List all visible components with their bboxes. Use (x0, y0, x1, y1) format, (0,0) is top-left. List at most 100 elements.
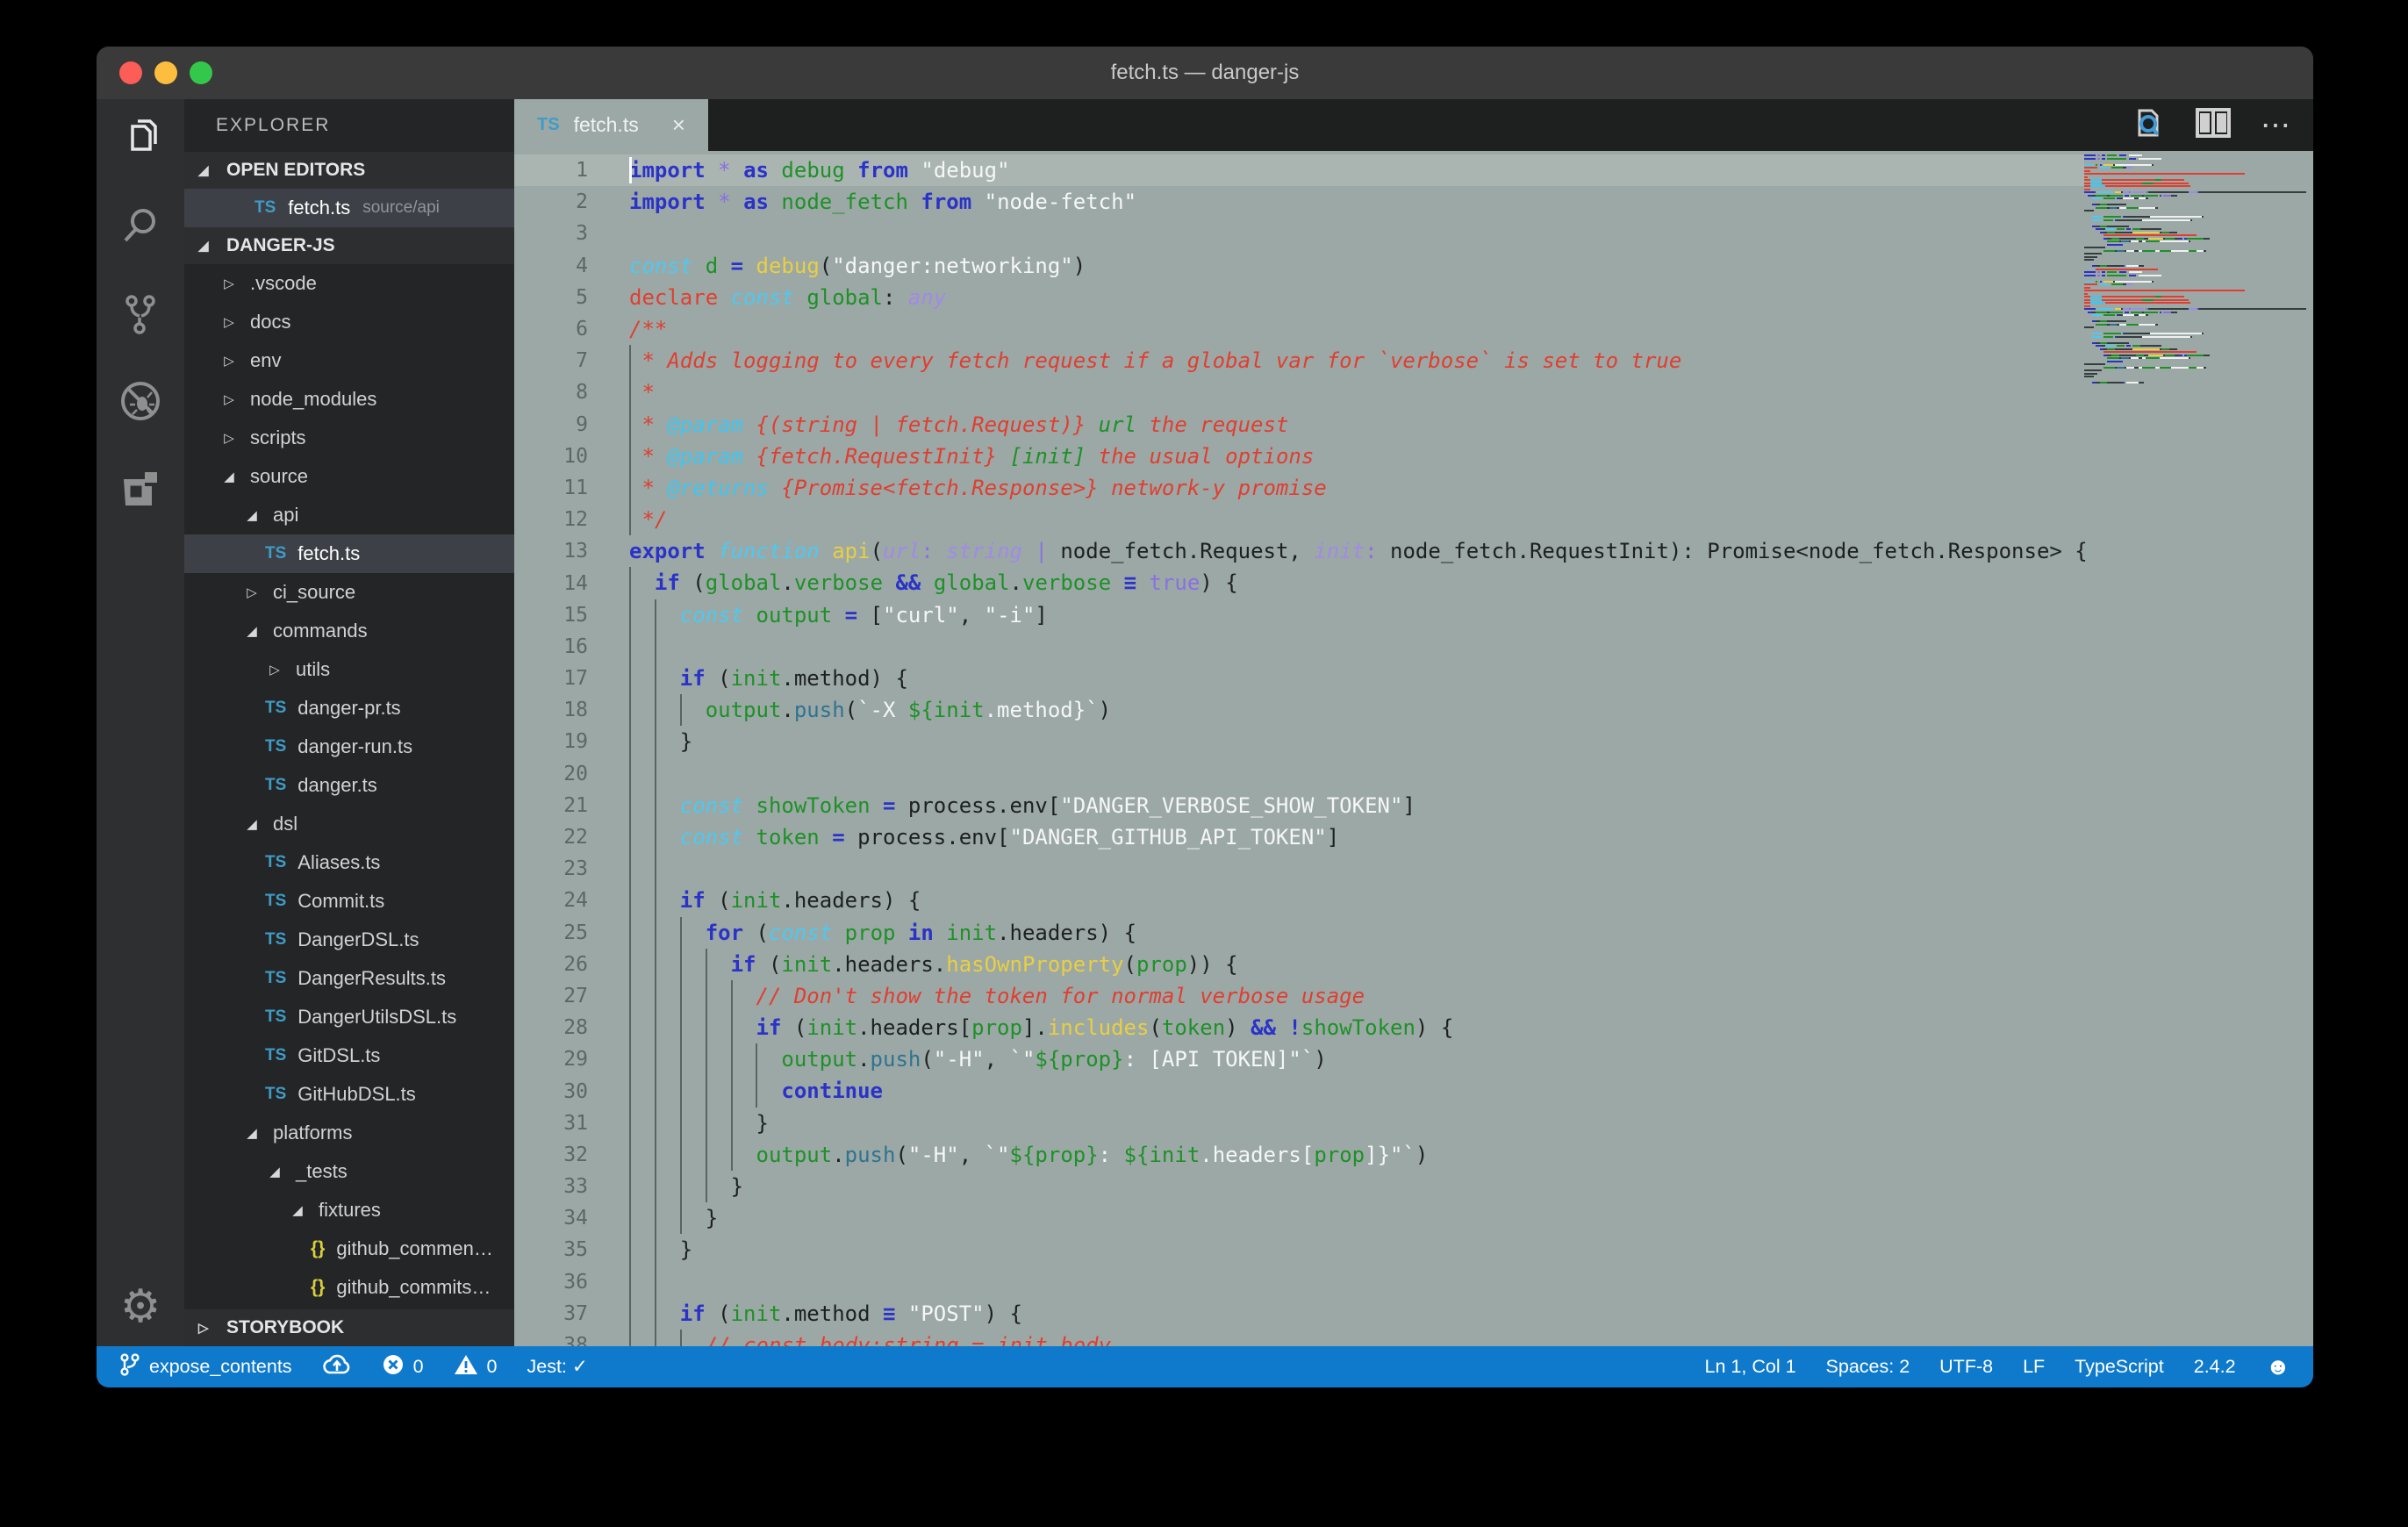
status-spaces-2[interactable]: Spaces: 2 (1826, 1356, 1910, 1378)
tree-item-aliases-ts[interactable]: TSAliases.ts (184, 843, 514, 882)
code-line-3: 3 (514, 218, 2084, 249)
status-bar: expose_contents 0 0 Jest: ✓ Ln 1, Col 1 Spac… (97, 1346, 2313, 1387)
open-editor-item-fetch-ts[interactable]: TS fetch.ts source/api (184, 189, 514, 227)
line-number: 18 (514, 699, 588, 721)
status-typescript[interactable]: TypeScript (2075, 1356, 2164, 1378)
code-text: /** (629, 313, 667, 345)
gear-icon[interactable]: ⚙ (97, 1280, 184, 1333)
tree-item-label: api (273, 504, 298, 527)
code-line-4: 4const d = debug("danger:networking") (514, 250, 2084, 282)
status-lf[interactable]: LF (2023, 1356, 2045, 1378)
code-line-35: 35 } (514, 1234, 2084, 1265)
status-cloud-upload[interactable] (322, 1353, 352, 1381)
tree-item-danger-run-ts[interactable]: TSdanger-run.ts (184, 728, 514, 766)
status-jest[interactable]: Jest: ✓ (527, 1356, 588, 1378)
minimize-window-button[interactable] (154, 61, 177, 84)
tree-item-fixtures[interactable]: ◢fixtures (184, 1191, 514, 1229)
tree-item-danger-ts[interactable]: TSdanger.ts (184, 766, 514, 805)
tab-fetch-ts[interactable]: TS fetch.ts × (514, 99, 708, 151)
storybook-section-header[interactable]: ▷ STORYBOOK (184, 1309, 514, 1346)
code-text: } (629, 1171, 743, 1202)
tree-item-label: fetch.ts (297, 542, 360, 565)
status-warning[interactable]: 0 (454, 1353, 498, 1381)
file-tree: ▷.vscode▷docs ▷ env ▷node_modules▷scripts◢s… (184, 264, 514, 1307)
feedback-smiley-icon[interactable]: ☻ (2266, 1355, 2290, 1379)
line-number: 3 (514, 222, 588, 245)
tree-item--vscode[interactable]: ▷.vscode (184, 264, 514, 303)
status-ln-1-col-1[interactable]: Ln 1, Col 1 (1705, 1356, 1796, 1378)
open-preview-icon[interactable] (2131, 105, 2166, 145)
tree-item-docs[interactable]: ▷docs (184, 303, 514, 341)
more-actions-icon[interactable]: ⋯ (2261, 111, 2292, 140)
tree-item-label: utils (296, 658, 330, 681)
tree-item-utils[interactable]: ▷ utils (184, 650, 514, 689)
tree-item-label: _tests (296, 1160, 348, 1183)
tree-item-node-modules[interactable]: ▷node_modules (184, 380, 514, 419)
tree-item-label: danger-pr.ts (297, 697, 400, 720)
line-number: 17 (514, 667, 588, 690)
code-line-29: 29 output.push("-H", `"${prop}: [API TOK… (514, 1043, 2084, 1075)
tree-item-danger-pr-ts[interactable]: TSdanger-pr.ts (184, 689, 514, 728)
code-text: // Don't show the token for normal verbo… (629, 980, 1365, 1012)
extensions-icon[interactable] (97, 457, 184, 520)
tree-item--tests[interactable]: ◢_tests (184, 1152, 514, 1191)
tab-bar: TS fetch.ts × ⋯ (514, 99, 2313, 151)
files-icon[interactable] (97, 106, 184, 169)
tree-item-dsl[interactable]: ◢dsl (184, 805, 514, 843)
ts-file-icon: TS (265, 1085, 286, 1104)
tree-item-env[interactable]: ▷ env (184, 341, 514, 380)
status-2-4-2[interactable]: 2.4.2 (2194, 1356, 2236, 1378)
tree-item-dangerresults-ts[interactable]: TSDangerResults.ts (184, 959, 514, 998)
activity-bar: ⚙ (97, 99, 184, 1346)
ts-file-icon: TS (265, 1046, 286, 1065)
chevron-collapsed-icon: ▷ (265, 662, 284, 677)
tree-item-githubdsl-ts[interactable]: TSGitHubDSL.ts (184, 1075, 514, 1114)
tree-item-ci-source[interactable]: ▷ci_source (184, 573, 514, 612)
ts-file-icon: TS (265, 776, 286, 795)
code-line-6: 6 /** (514, 313, 2084, 345)
status-branch[interactable]: expose_contents (119, 1353, 292, 1381)
tree-item-github-commen-[interactable]: {}github_commen… (184, 1229, 514, 1268)
code-line-9: 9 * @param {(string | fetch.Request)} ur… (514, 409, 2084, 441)
status-label: 0 (487, 1356, 498, 1378)
code-line-2: 2import * as node_fetch from "node-fetch… (514, 186, 2084, 218)
code-line-27: 27 // Don't show the token for normal ve… (514, 980, 2084, 1012)
code-line-14: 14 if (global.verbose && global.verbose … (514, 567, 2084, 599)
zoom-window-button[interactable] (190, 61, 212, 84)
code-text: } (629, 1202, 718, 1234)
title-bar[interactable]: fetch.ts — danger-js (97, 47, 2313, 99)
tree-item-gitdsl-ts[interactable]: TSGitDSL.ts (184, 1036, 514, 1075)
tree-item-github-commits-[interactable]: {}github_commits… (184, 1268, 514, 1307)
tree-item-dangerutilsdsl-ts[interactable]: TSDangerUtilsDSL.ts (184, 998, 514, 1036)
tree-item-label: env (250, 349, 281, 372)
search-icon[interactable] (97, 194, 184, 257)
minimap[interactable] (2084, 154, 2311, 385)
chevron-collapsed-icon: ▷ (219, 353, 239, 369)
chevron-collapsed-icon: ▷ (242, 584, 262, 600)
close-window-button[interactable] (119, 61, 142, 84)
tree-item-dangerdsl-ts[interactable]: TSDangerDSL.ts (184, 921, 514, 959)
chevron-expanded-icon: ◢ (242, 507, 262, 523)
status-utf-8[interactable]: UTF-8 (1939, 1356, 1993, 1378)
line-number: 16 (514, 635, 588, 658)
tree-item-api[interactable]: ◢ api (184, 496, 514, 534)
status-error[interactable]: 0 (382, 1353, 424, 1381)
project-section-header[interactable]: ◢ DANGER-JS (184, 227, 514, 264)
line-number: 6 (514, 318, 588, 341)
close-tab-icon[interactable]: × (672, 111, 685, 139)
debug-icon[interactable] (97, 369, 184, 433)
code-text: output.push(`-X ${init.method}`) (629, 694, 1111, 726)
open-editors-header[interactable]: ◢ OPEN EDITORS (184, 152, 514, 189)
code-editor[interactable]: 1import * as debug from "debug"2import *… (514, 151, 2313, 1346)
split-editor-icon[interactable] (2196, 108, 2231, 142)
line-number: 19 (514, 730, 588, 753)
tree-item-scripts[interactable]: ▷scripts (184, 419, 514, 457)
tree-item-commit-ts[interactable]: TSCommit.ts (184, 882, 514, 921)
source-control-icon[interactable] (97, 282, 184, 345)
code-text: for (const prop in init.headers) { (629, 917, 1136, 949)
tree-item-source[interactable]: ◢source (184, 457, 514, 496)
tree-item-platforms[interactable]: ◢platforms (184, 1114, 514, 1152)
tree-item-commands[interactable]: ◢commands (184, 612, 514, 650)
tree-item-fetch-ts[interactable]: TSfetch.ts (184, 534, 514, 573)
code-text: const showToken = process.env["DANGER_VE… (629, 790, 1415, 821)
